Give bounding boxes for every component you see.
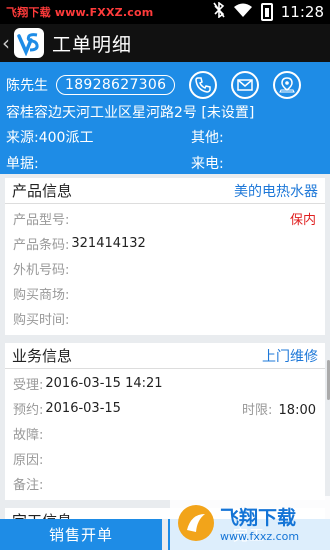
product-card: 产品信息 美的电热水器 产品型号: 保内 产品条码: 321414132 外机号…	[5, 178, 325, 335]
location-button[interactable]	[273, 71, 302, 99]
product-brand: 美的电热水器	[234, 183, 318, 200]
map-pin-icon	[279, 77, 296, 93]
other-label: 其他:	[191, 130, 224, 146]
product-barcode-row: 产品条码: 321414132	[13, 236, 146, 253]
warranty-status: 保内	[289, 213, 316, 228]
mail-icon	[237, 79, 254, 91]
sales-order-button[interactable]: 销售开单	[0, 519, 162, 550]
doc-label: 单据:	[6, 156, 39, 172]
deadline-value: 18:00	[278, 403, 316, 418]
customer-panel: 陈先生 18928627306 容桂容边天河工业区星河路2号 [未设置] 来源:…	[0, 62, 330, 174]
business-section-title: 业务信息	[12, 347, 73, 365]
sms-button[interactable]	[231, 71, 260, 99]
external-number-row: 外机号码:	[13, 263, 70, 278]
battery-icon	[260, 3, 273, 21]
watermark-url: www.fxxz.com	[220, 530, 300, 543]
accept-time-row: 受理: 2016-03-15 14:21	[13, 376, 163, 393]
completion-section-title: 完工信息	[12, 510, 72, 519]
service-type: 上门维修	[262, 348, 318, 365]
product-model-row: 产品型号: 保内	[13, 206, 325, 231]
clock: 11:28	[280, 3, 324, 21]
phone-icon	[195, 77, 212, 93]
source-field: 来源:400派工	[6, 130, 94, 146]
remark-row: 备注:	[13, 478, 44, 493]
product-section-title: 产品信息	[12, 182, 73, 200]
detail-scroll[interactable]: 产品信息 美的电热水器 产品型号: 保内 产品条码: 321414132 外机号…	[0, 174, 330, 519]
watermark-text: 飞翔下载 www.FXXZ.com	[6, 6, 154, 19]
watermark-logo-icon	[178, 505, 214, 541]
status-bar: 飞翔下载 www.FXXZ.com 11:28	[0, 0, 330, 24]
fault-row: 故障:	[13, 428, 44, 443]
purchase-mall-row: 购买商场:	[13, 288, 70, 303]
customer-name: 陈先生	[6, 78, 48, 94]
deadline-label: 时限:	[242, 403, 273, 418]
purchase-time-row: 购买时间:	[13, 313, 70, 328]
incoming-call-label: 来电:	[191, 156, 224, 172]
app-bar: ‹ 工单明细	[0, 24, 330, 62]
reason-row: 原因:	[13, 453, 44, 468]
business-card: 业务信息 上门维修 受理: 2016-03-15 14:21 预约: 2016-…	[5, 343, 325, 500]
customer-address: 容桂容边天河工业区星河路2号 [未设置]	[6, 105, 255, 121]
back-chevron-icon[interactable]: ‹	[2, 31, 14, 55]
site-watermark: 飞翔下载 www.fxxz.com	[170, 496, 330, 550]
wifi-icon	[233, 2, 253, 22]
app-logo-icon[interactable]	[14, 28, 44, 58]
appointment-row: 预约: 2016-03-15 时限: 18:00	[13, 401, 316, 418]
watermark-brand: 飞翔下载	[220, 507, 297, 529]
bluetooth-off-icon	[213, 1, 225, 22]
call-button[interactable]	[189, 71, 218, 99]
status-icons: 11:28	[213, 1, 324, 22]
phone-number[interactable]: 18928627306	[56, 75, 176, 95]
page-title: 工单明细	[52, 33, 133, 56]
